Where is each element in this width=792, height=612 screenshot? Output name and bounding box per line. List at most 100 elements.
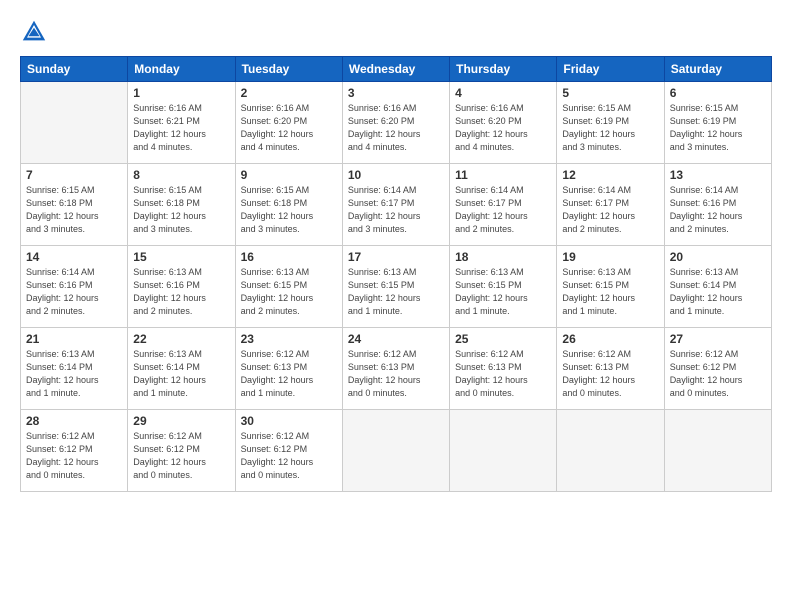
weekday-header-thursday: Thursday: [450, 57, 557, 82]
calendar-cell: 25 Sunrise: 6:12 AMSunset: 6:13 PMDayligh…: [450, 328, 557, 410]
calendar-cell: 8 Sunrise: 6:15 AMSunset: 6:18 PMDaylight…: [128, 164, 235, 246]
day-number: 14: [26, 250, 122, 264]
page: SundayMondayTuesdayWednesdayThursdayFrid…: [0, 0, 792, 612]
calendar-cell: 3 Sunrise: 6:16 AMSunset: 6:20 PMDaylight…: [342, 82, 449, 164]
day-info: Sunrise: 6:13 AMSunset: 6:15 PMDaylight:…: [241, 266, 337, 318]
calendar-cell: 28 Sunrise: 6:12 AMSunset: 6:12 PMDayligh…: [21, 410, 128, 492]
calendar-cell: [21, 82, 128, 164]
day-info: Sunrise: 6:16 AMSunset: 6:20 PMDaylight:…: [241, 102, 337, 154]
calendar-cell: [342, 410, 449, 492]
day-info: Sunrise: 6:13 AMSunset: 6:14 PMDaylight:…: [133, 348, 229, 400]
calendar-cell: 21 Sunrise: 6:13 AMSunset: 6:14 PMDayligh…: [21, 328, 128, 410]
calendar-cell: 12 Sunrise: 6:14 AMSunset: 6:17 PMDayligh…: [557, 164, 664, 246]
weekday-header-wednesday: Wednesday: [342, 57, 449, 82]
calendar-cell: 30Sunrise: 6:12 AMSunset: 6:12 PMDayligh…: [235, 410, 342, 492]
weekday-header-tuesday: Tuesday: [235, 57, 342, 82]
calendar-cell: 2 Sunrise: 6:16 AMSunset: 6:20 PMDaylight…: [235, 82, 342, 164]
day-number: 23: [241, 332, 337, 346]
day-number: 22: [133, 332, 229, 346]
logo: [20, 18, 54, 46]
calendar-cell: 1 Sunrise: 6:16 AMSunset: 6:21 PMDaylight…: [128, 82, 235, 164]
day-number: 16: [241, 250, 337, 264]
calendar-cell: 9 Sunrise: 6:15 AMSunset: 6:18 PMDaylight…: [235, 164, 342, 246]
day-info: Sunrise: 6:15 AMSunset: 6:18 PMDaylight:…: [26, 184, 122, 236]
day-number: 11: [455, 168, 551, 182]
day-info: Sunrise: 6:14 AMSunset: 6:16 PMDaylight:…: [26, 266, 122, 318]
calendar-cell: 24Sunrise: 6:12 AMSunset: 6:13 PMDayligh…: [342, 328, 449, 410]
calendar-week-1: 1 Sunrise: 6:16 AMSunset: 6:21 PMDaylight…: [21, 82, 772, 164]
day-number: 30: [241, 414, 337, 428]
day-number: 15: [133, 250, 229, 264]
day-info: Sunrise: 6:14 AMSunset: 6:17 PMDaylight:…: [455, 184, 551, 236]
calendar-week-2: 7Sunrise: 6:15 AMSunset: 6:18 PMDaylight…: [21, 164, 772, 246]
day-info: Sunrise: 6:13 AMSunset: 6:15 PMDaylight:…: [562, 266, 658, 318]
calendar-cell: 29Sunrise: 6:12 AMSunset: 6:12 PMDayligh…: [128, 410, 235, 492]
calendar-header-row: SundayMondayTuesdayWednesdayThursdayFrid…: [21, 57, 772, 82]
day-info: Sunrise: 6:13 AMSunset: 6:15 PMDaylight:…: [455, 266, 551, 318]
calendar-cell: 4Sunrise: 6:16 AMSunset: 6:20 PMDaylight…: [450, 82, 557, 164]
day-info: Sunrise: 6:15 AMSunset: 6:19 PMDaylight:…: [562, 102, 658, 154]
calendar-cell: [664, 410, 771, 492]
day-info: Sunrise: 6:15 AMSunset: 6:19 PMDaylight:…: [670, 102, 766, 154]
day-number: 20: [670, 250, 766, 264]
weekday-header-monday: Monday: [128, 57, 235, 82]
day-number: 8: [133, 168, 229, 182]
day-info: Sunrise: 6:14 AMSunset: 6:16 PMDaylight:…: [670, 184, 766, 236]
weekday-header-friday: Friday: [557, 57, 664, 82]
day-info: Sunrise: 6:14 AMSunset: 6:17 PMDaylight:…: [348, 184, 444, 236]
day-number: 12: [562, 168, 658, 182]
day-info: Sunrise: 6:12 AMSunset: 6:13 PMDaylight:…: [455, 348, 551, 400]
calendar-table: SundayMondayTuesdayWednesdayThursdayFrid…: [20, 56, 772, 492]
day-info: Sunrise: 6:13 AMSunset: 6:15 PMDaylight:…: [348, 266, 444, 318]
day-number: 17: [348, 250, 444, 264]
calendar-cell: 22 Sunrise: 6:13 AMSunset: 6:14 PMDayligh…: [128, 328, 235, 410]
day-info: Sunrise: 6:13 AMSunset: 6:16 PMDaylight:…: [133, 266, 229, 318]
calendar-cell: 16 Sunrise: 6:13 AMSunset: 6:15 PMDayligh…: [235, 246, 342, 328]
day-info: Sunrise: 6:12 AMSunset: 6:13 PMDaylight:…: [241, 348, 337, 400]
day-number: 3: [348, 86, 444, 100]
calendar-week-5: 28 Sunrise: 6:12 AMSunset: 6:12 PMDayligh…: [21, 410, 772, 492]
day-number: 28: [26, 414, 122, 428]
calendar-week-3: 14 Sunrise: 6:14 AMSunset: 6:16 PMDayligh…: [21, 246, 772, 328]
calendar-cell: 18 Sunrise: 6:13 AMSunset: 6:15 PMDayligh…: [450, 246, 557, 328]
calendar-cell: 5 Sunrise: 6:15 AMSunset: 6:19 PMDaylight…: [557, 82, 664, 164]
calendar-cell: 19 Sunrise: 6:13 AMSunset: 6:15 PMDayligh…: [557, 246, 664, 328]
day-number: 2: [241, 86, 337, 100]
calendar-week-4: 21 Sunrise: 6:13 AMSunset: 6:14 PMDayligh…: [21, 328, 772, 410]
calendar-cell: 13 Sunrise: 6:14 AMSunset: 6:16 PMDayligh…: [664, 164, 771, 246]
day-info: Sunrise: 6:16 AMSunset: 6:20 PMDaylight:…: [455, 102, 551, 154]
day-number: 18: [455, 250, 551, 264]
day-info: Sunrise: 6:15 AMSunset: 6:18 PMDaylight:…: [133, 184, 229, 236]
day-number: 9: [241, 168, 337, 182]
day-info: Sunrise: 6:16 AMSunset: 6:21 PMDaylight:…: [133, 102, 229, 154]
day-info: Sunrise: 6:16 AMSunset: 6:20 PMDaylight:…: [348, 102, 444, 154]
day-number: 1: [133, 86, 229, 100]
calendar-cell: 27 Sunrise: 6:12 AMSunset: 6:12 PMDayligh…: [664, 328, 771, 410]
calendar-cell: 15 Sunrise: 6:13 AMSunset: 6:16 PMDayligh…: [128, 246, 235, 328]
calendar-body: 1 Sunrise: 6:16 AMSunset: 6:21 PMDaylight…: [21, 82, 772, 492]
calendar-cell: 10Sunrise: 6:14 AMSunset: 6:17 PMDayligh…: [342, 164, 449, 246]
header: [20, 18, 772, 46]
day-info: Sunrise: 6:14 AMSunset: 6:17 PMDaylight:…: [562, 184, 658, 236]
day-info: Sunrise: 6:12 AMSunset: 6:13 PMDaylight:…: [562, 348, 658, 400]
calendar-cell: 14 Sunrise: 6:14 AMSunset: 6:16 PMDayligh…: [21, 246, 128, 328]
day-number: 27: [670, 332, 766, 346]
day-info: Sunrise: 6:12 AMSunset: 6:12 PMDaylight:…: [26, 430, 122, 482]
calendar-cell: 7Sunrise: 6:15 AMSunset: 6:18 PMDaylight…: [21, 164, 128, 246]
day-number: 19: [562, 250, 658, 264]
day-number: 21: [26, 332, 122, 346]
day-info: Sunrise: 6:12 AMSunset: 6:12 PMDaylight:…: [670, 348, 766, 400]
day-info: Sunrise: 6:13 AMSunset: 6:14 PMDaylight:…: [26, 348, 122, 400]
day-info: Sunrise: 6:13 AMSunset: 6:14 PMDaylight:…: [670, 266, 766, 318]
calendar-cell: 17 Sunrise: 6:13 AMSunset: 6:15 PMDayligh…: [342, 246, 449, 328]
calendar-cell: 6Sunrise: 6:15 AMSunset: 6:19 PMDaylight…: [664, 82, 771, 164]
logo-icon: [20, 18, 48, 46]
day-number: 13: [670, 168, 766, 182]
calendar-cell: 23 Sunrise: 6:12 AMSunset: 6:13 PMDayligh…: [235, 328, 342, 410]
day-info: Sunrise: 6:15 AMSunset: 6:18 PMDaylight:…: [241, 184, 337, 236]
calendar-cell: 11 Sunrise: 6:14 AMSunset: 6:17 PMDayligh…: [450, 164, 557, 246]
day-number: 29: [133, 414, 229, 428]
day-number: 25: [455, 332, 551, 346]
day-info: Sunrise: 6:12 AMSunset: 6:13 PMDaylight:…: [348, 348, 444, 400]
day-number: 5: [562, 86, 658, 100]
